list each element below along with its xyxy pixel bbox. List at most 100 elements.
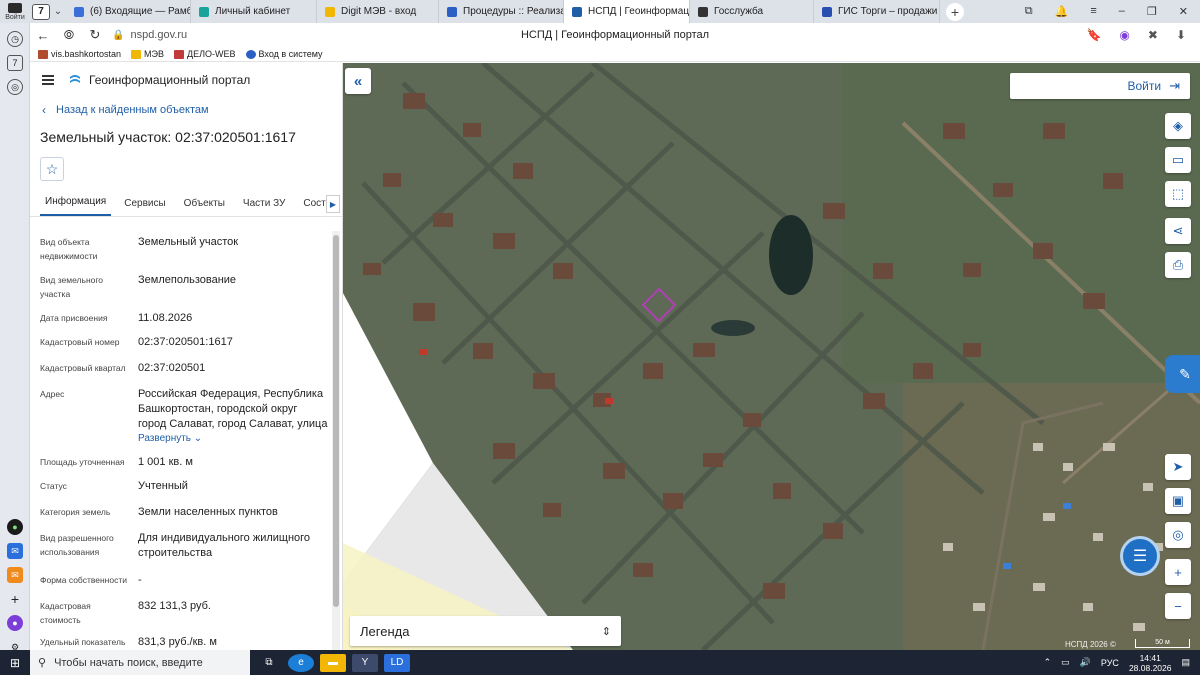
tabs-icon[interactable]: ⧉ bbox=[1025, 5, 1033, 18]
search-placeholder: Чтобы начать поиск, введите bbox=[54, 656, 203, 669]
tab-procedury[interactable]: Процедуры :: Реализация bbox=[439, 0, 564, 23]
info-tabs: Информация Сервисы Объекты Части ЗУ Сост… bbox=[30, 191, 342, 217]
yandex-menu-button[interactable]: Войти bbox=[0, 0, 30, 23]
kontur-extension-icon[interactable]: ✖ bbox=[1148, 28, 1158, 42]
collapse-panel-button[interactable]: « bbox=[345, 68, 371, 94]
bookmark-vhod[interactable]: Вход в систему bbox=[245, 49, 323, 59]
tab-digit-mev[interactable]: Digit МЭВ - вход bbox=[317, 0, 439, 23]
map-view[interactable]: « Войти ⇥ ◈ ▭ ⬚ ⋖ ⎙ ✎ ➤ ▣ ◎ + − ☰ Легенда… bbox=[343, 63, 1200, 650]
minus-icon: − bbox=[1174, 598, 1182, 614]
expand-collapse-icon: ⇕ bbox=[601, 625, 611, 638]
bookmark-mev[interactable]: МЭВ bbox=[131, 49, 164, 59]
back-link[interactable]: ‹ Назад к найденным объектам bbox=[30, 97, 342, 123]
measure-button[interactable]: ▭ bbox=[1165, 147, 1191, 173]
taskbar-search[interactable]: ⚲ Чтобы начать поиск, введите bbox=[30, 650, 250, 675]
panel-scrollbar[interactable] bbox=[332, 231, 340, 650]
feedback-icon: ✎ bbox=[1179, 365, 1191, 382]
bookmark-delo-web[interactable]: ДЕЛО-WEB bbox=[174, 49, 236, 59]
prop-label: Вид земельного участка bbox=[40, 275, 104, 299]
chevron-up-icon[interactable]: ⌃ bbox=[1044, 657, 1052, 668]
chevron-left-icon: ‹ bbox=[42, 103, 46, 117]
add-panel-icon[interactable]: + bbox=[7, 591, 23, 607]
bookmarks-bar: vis.bashkortostan МЭВ ДЕЛО-WEB Вход в си… bbox=[30, 47, 1200, 62]
geolocation-button[interactable]: ➤ bbox=[1165, 454, 1191, 480]
back-icon[interactable]: ← bbox=[30, 28, 56, 43]
notifications-icon[interactable]: 🔔 bbox=[1055, 5, 1069, 18]
tab-rambler[interactable]: (6) Входящие — Рамблер bbox=[66, 0, 191, 23]
menu-icon[interactable]: ≡ bbox=[1090, 5, 1096, 18]
tab-gossluzhba[interactable]: Госслужба bbox=[690, 0, 814, 23]
messenger-icon[interactable]: ✉ bbox=[7, 543, 23, 559]
layers-button[interactable]: ◈ bbox=[1165, 113, 1191, 139]
legend-dropdown[interactable]: Легенда ⇕ bbox=[350, 616, 621, 646]
share-button[interactable]: ⋖ bbox=[1165, 218, 1191, 244]
close-window-icon[interactable]: ✕ bbox=[1179, 5, 1188, 18]
tab-informatsiya[interactable]: Информация bbox=[40, 196, 112, 216]
panel-header: Геоинформационный портал bbox=[30, 63, 342, 97]
bookmark-label: ДЕЛО-WEB bbox=[187, 49, 236, 59]
prop-label: Вид разрешенного использования bbox=[40, 533, 114, 557]
bookmark-vis-bashkortostan[interactable]: vis.bashkortostan bbox=[38, 49, 121, 59]
minimize-icon[interactable]: – bbox=[1119, 5, 1125, 18]
tab-nspd[interactable]: НСПД | Геоинформацио× bbox=[564, 0, 690, 23]
scrollbar-thumb[interactable] bbox=[333, 235, 339, 607]
tab-gis-torgi[interactable]: ГИС Торги – продажи гос bbox=[814, 0, 940, 23]
prop-value: Земельный участок bbox=[138, 236, 239, 248]
expand-link[interactable]: Развернуть ⌄ bbox=[138, 433, 202, 444]
scale-bar: 50 м bbox=[1135, 639, 1190, 648]
marker-button[interactable]: ◎ bbox=[1165, 522, 1191, 548]
tab-obekty[interactable]: Объекты bbox=[179, 198, 230, 216]
map-attribution: НСПД 2026 © bbox=[1065, 640, 1116, 649]
alice-assistant-icon[interactable]: ● bbox=[7, 615, 23, 631]
favorite-button[interactable]: ☆ bbox=[40, 157, 64, 181]
history-icon[interactable]: ◷ bbox=[7, 31, 23, 47]
maximize-icon[interactable]: ❐ bbox=[1147, 5, 1157, 18]
edge-icon[interactable]: e bbox=[288, 653, 314, 672]
screenshot-icon[interactable]: ◎ bbox=[7, 79, 23, 95]
feedback-button[interactable]: ✎ bbox=[1165, 355, 1200, 393]
bookmark-icon bbox=[245, 49, 256, 59]
url-field[interactable]: nspd.gov.ru bbox=[130, 29, 187, 41]
tabs-count-icon[interactable]: 7 bbox=[7, 55, 23, 71]
tab-lichny-kabinet[interactable]: Личный кабинет bbox=[191, 0, 317, 23]
print-button[interactable]: ⎙ bbox=[1165, 252, 1191, 278]
file-explorer-icon[interactable]: ▬ bbox=[320, 653, 346, 672]
mail-app-icon[interactable]: ✉ bbox=[7, 567, 23, 583]
zoom-out-button[interactable]: − bbox=[1165, 593, 1191, 619]
select-area-button[interactable]: ⬚ bbox=[1165, 181, 1191, 207]
zoom-in-button[interactable]: + bbox=[1165, 559, 1191, 585]
tab-chasti-zu[interactable]: Части ЗУ bbox=[238, 198, 290, 216]
bookmark-icon bbox=[174, 49, 185, 59]
downloads-icon[interactable]: ⬇ bbox=[1176, 28, 1186, 42]
network-icon[interactable]: ▭ bbox=[1061, 657, 1070, 668]
language-indicator[interactable]: РУС bbox=[1101, 658, 1119, 668]
extension-icon[interactable]: ◉ bbox=[1119, 28, 1129, 42]
login-button[interactable]: Войти ⇥ bbox=[1010, 73, 1190, 99]
yandex-browser-icon[interactable]: Y bbox=[352, 653, 378, 672]
chat-assistant-button[interactable]: ☰ bbox=[1120, 536, 1160, 576]
notification-center-icon[interactable]: ▤ bbox=[1181, 657, 1190, 668]
bookmark-icon[interactable]: 🔖 bbox=[1086, 28, 1101, 42]
prop-label: Категория земель bbox=[40, 507, 111, 517]
layers-icon: ◈ bbox=[1173, 118, 1183, 133]
torgi-icon bbox=[822, 6, 832, 17]
clock[interactable]: 14:41 28.08.2026 bbox=[1129, 653, 1172, 673]
alice-icon[interactable]: ● bbox=[7, 519, 23, 535]
app-icon[interactable]: LD bbox=[384, 653, 410, 672]
tabs-dropdown-icon[interactable]: ⌄ bbox=[50, 6, 66, 17]
tab-servisy[interactable]: Сервисы bbox=[119, 198, 170, 216]
windows-start-icon[interactable]: ⊞ bbox=[0, 650, 30, 675]
address-bar: ← ⦾ ↻ 🔒 nspd.gov.ru НСПД | Геоинформацио… bbox=[30, 23, 1200, 47]
tab-count-badge[interactable]: 7 bbox=[32, 3, 50, 20]
volume-icon[interactable]: 🔊 bbox=[1080, 657, 1091, 668]
protect-icon[interactable]: ⦾ bbox=[56, 27, 82, 43]
menu-icon[interactable] bbox=[42, 75, 54, 85]
tabs-scroll-right-icon[interactable]: ▶ bbox=[326, 195, 340, 213]
new-tab-button[interactable]: + bbox=[946, 2, 964, 21]
address-tools: 🔖 ◉ ✖ ⬇ bbox=[1086, 28, 1200, 42]
login-label: Войти bbox=[1127, 79, 1162, 93]
star-icon: ☆ bbox=[45, 160, 59, 177]
reload-icon[interactable]: ↻ bbox=[82, 27, 108, 43]
basemap-button[interactable]: ▣ bbox=[1165, 488, 1191, 514]
task-view-icon[interactable]: ⧉ bbox=[256, 654, 282, 672]
